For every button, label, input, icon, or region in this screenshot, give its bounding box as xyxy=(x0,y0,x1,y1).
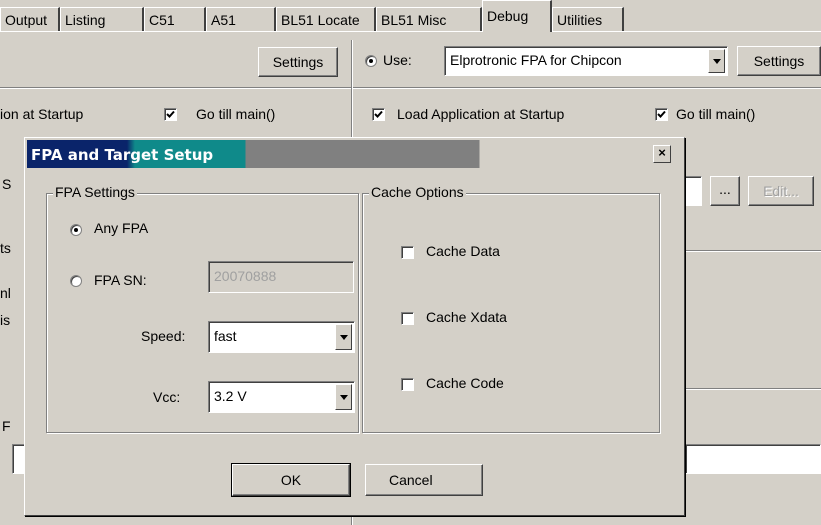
tab-utilities[interactable]: Utilities xyxy=(552,7,624,31)
driver-select-value: Elprotronic FPA for Chipcon xyxy=(450,52,622,68)
vcc-select[interactable]: 3.2 V xyxy=(208,381,355,413)
cache-data-label: Cache Data xyxy=(426,243,500,259)
cache-options-title: Cache Options xyxy=(369,184,466,200)
check-icon xyxy=(166,110,175,118)
right-separator xyxy=(353,87,821,89)
speed-select-value: fast xyxy=(214,328,237,344)
left-fragment-3: nl xyxy=(0,285,11,301)
tab-c51[interactable]: C51 xyxy=(144,7,206,31)
vcc-label: Vcc: xyxy=(153,389,181,405)
any-fpa-radio[interactable] xyxy=(70,224,82,236)
tab-listing[interactable]: Listing xyxy=(60,7,144,31)
chevron-down-icon[interactable] xyxy=(708,49,725,73)
speed-label: Speed: xyxy=(141,328,186,344)
any-fpa-label: Any FPA xyxy=(94,220,149,236)
right-parameter-field[interactable] xyxy=(685,444,821,474)
tab-baseline xyxy=(0,31,821,32)
tab-strip: Output Listing C51 A51 BL51 Locate BL51 … xyxy=(0,0,821,32)
tab-debug[interactable]: Debug xyxy=(482,0,552,32)
browse-button[interactable]: ... xyxy=(710,176,740,206)
chevron-down-icon[interactable] xyxy=(335,324,352,350)
tab-bl51-misc[interactable]: BL51 Misc xyxy=(376,7,482,31)
check-icon xyxy=(374,110,383,118)
right-separator-2 xyxy=(685,250,821,252)
tab-bl51-locate[interactable]: BL51 Locate xyxy=(276,7,376,31)
left-fragment-4: is xyxy=(0,312,11,328)
use-radio[interactable] xyxy=(365,55,377,67)
radio-selected-dot xyxy=(74,228,78,232)
right-settings-button[interactable]: Settings xyxy=(737,46,821,76)
left-load-app-label: ion at Startup xyxy=(0,106,84,122)
radio-selected-dot xyxy=(369,59,373,63)
fpa-settings-group: FPA Settings Any FPA FPA SN: 20070888 Sp… xyxy=(46,184,359,433)
edit-button: Edit... xyxy=(748,176,814,206)
right-go-till-main-checkbox[interactable] xyxy=(655,108,668,121)
left-go-till-main-checkbox[interactable] xyxy=(164,108,177,121)
left-fragment-1: S xyxy=(2,176,12,192)
right-go-till-main-label: Go till main() xyxy=(676,106,756,122)
right-separator-3 xyxy=(685,388,821,390)
use-label: Use: xyxy=(383,52,412,68)
cache-data-checkbox[interactable] xyxy=(401,246,414,259)
fpa-settings-title: FPA Settings xyxy=(53,184,137,200)
fpa-setup-dialog: FPA and Target Setup × FPA Settings Any … xyxy=(24,137,685,516)
tab-output[interactable]: Output xyxy=(0,7,60,31)
cancel-button[interactable]: Cancel xyxy=(365,464,483,496)
ok-button[interactable]: OK xyxy=(231,463,351,497)
load-app-label: Load Application at Startup xyxy=(397,106,565,122)
left-separator xyxy=(0,87,351,89)
load-app-checkbox[interactable] xyxy=(372,108,385,121)
vcc-select-value: 3.2 V xyxy=(214,388,247,404)
tab-a51[interactable]: A51 xyxy=(206,7,276,31)
dialog-title: FPA and Target Setup xyxy=(31,146,214,164)
chevron-down-icon[interactable] xyxy=(335,384,352,410)
close-icon[interactable]: × xyxy=(653,145,671,163)
fpa-sn-label: FPA SN: xyxy=(94,272,147,288)
fpa-sn-field: 20070888 xyxy=(208,261,354,293)
check-icon xyxy=(657,110,666,118)
cache-code-checkbox[interactable] xyxy=(401,378,414,391)
speed-select[interactable]: fast xyxy=(208,321,355,353)
fpa-sn-radio[interactable] xyxy=(70,275,82,287)
cache-xdata-label: Cache Xdata xyxy=(426,309,507,325)
dialog-titlebar[interactable]: FPA and Target Setup × xyxy=(27,140,682,168)
cache-code-label: Cache Code xyxy=(426,375,504,391)
cache-xdata-checkbox[interactable] xyxy=(401,312,414,325)
driver-select[interactable]: Elprotronic FPA for Chipcon xyxy=(444,46,728,76)
cache-options-group: Cache Options Cache Data Cache Xdata Cac… xyxy=(362,184,660,433)
left-settings-button[interactable]: Settings xyxy=(258,47,338,77)
left-fragment-5: F xyxy=(2,418,11,434)
left-go-till-main-label: Go till main() xyxy=(196,106,276,122)
left-fragment-2: ts xyxy=(0,240,11,256)
